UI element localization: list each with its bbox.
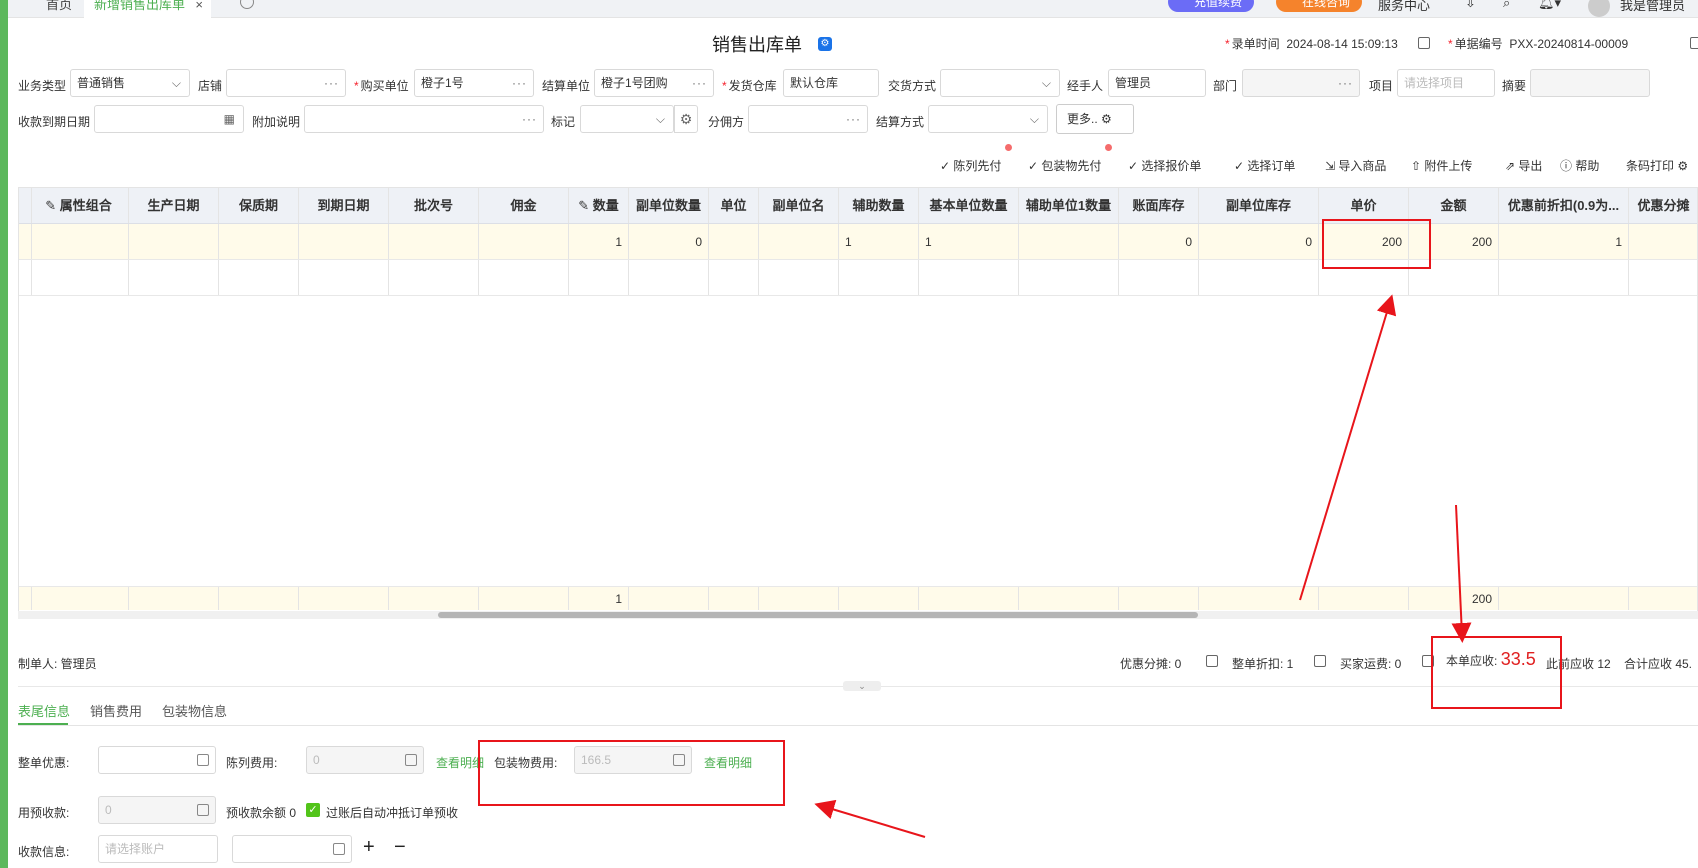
annotation-arrow: [1299, 294, 1397, 601]
annotation-arrow: [814, 799, 926, 838]
annotation-arrows: [814, 294, 1472, 838]
annotation-arrow: [1451, 504, 1472, 643]
